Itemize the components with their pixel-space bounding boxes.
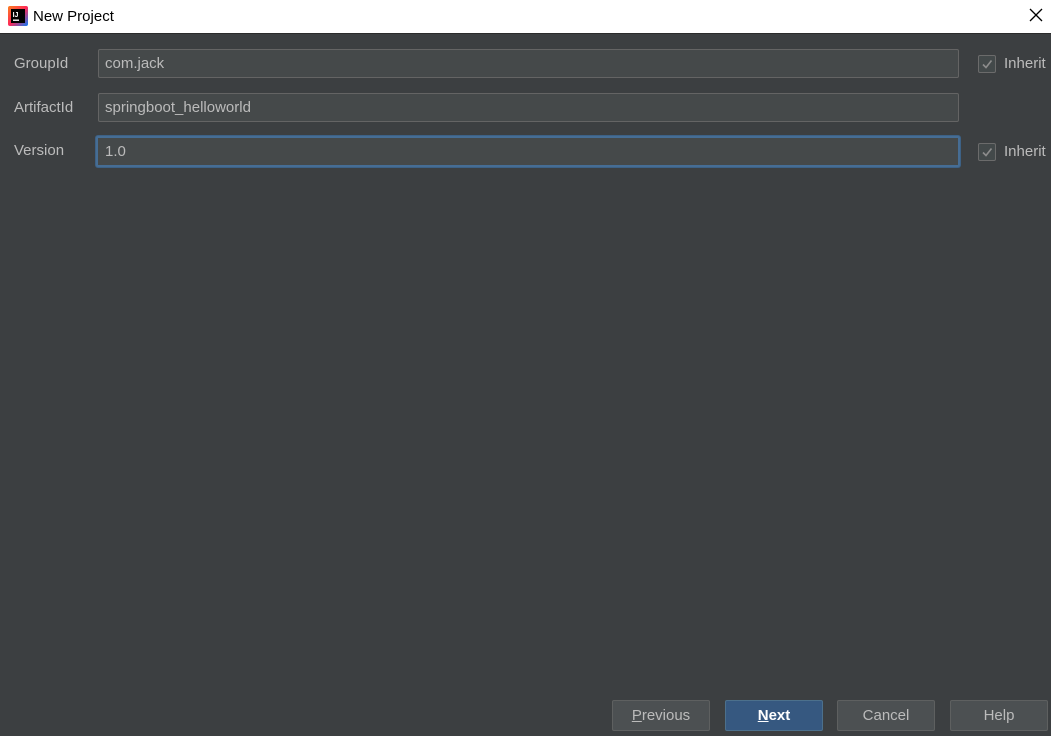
version-label: Version [14,142,65,159]
title-bar: IJ New Project [0,0,1051,34]
next-label: ext [768,707,791,724]
close-button[interactable] [1021,0,1051,34]
artifact-id-input[interactable] [98,93,959,122]
group-id-label: GroupId [14,55,69,72]
previous-mnemonic: P [631,707,642,724]
window-title: New Project [33,8,114,25]
version-input[interactable] [96,136,960,167]
group-id-input[interactable] [98,49,959,78]
cancel-button[interactable]: Cancel [837,700,935,731]
checkbox-box [978,55,996,73]
previous-button[interactable]: Previous [612,700,710,731]
checkmark-icon [982,60,993,69]
inherit-label: Inherit [1004,143,1046,160]
close-icon [1029,8,1043,27]
inherit-label: Inherit [1004,55,1046,72]
group-id-inherit-checkbox[interactable]: Inherit [978,54,1046,74]
svg-text:IJ: IJ [13,12,19,19]
intellij-idea-icon: IJ [8,6,28,26]
version-inherit-checkbox[interactable]: Inherit [978,142,1046,162]
help-button[interactable]: Help [950,700,1048,731]
previous-label: revious [641,707,691,724]
checkmark-icon [982,148,993,157]
next-button[interactable]: Next [725,700,823,731]
new-project-dialog: IJ New Project GroupId Inherit ArtifactI… [0,0,1051,736]
checkbox-box [978,143,996,161]
artifact-id-label: ArtifactId [14,99,74,116]
next-mnemonic: N [757,707,769,724]
